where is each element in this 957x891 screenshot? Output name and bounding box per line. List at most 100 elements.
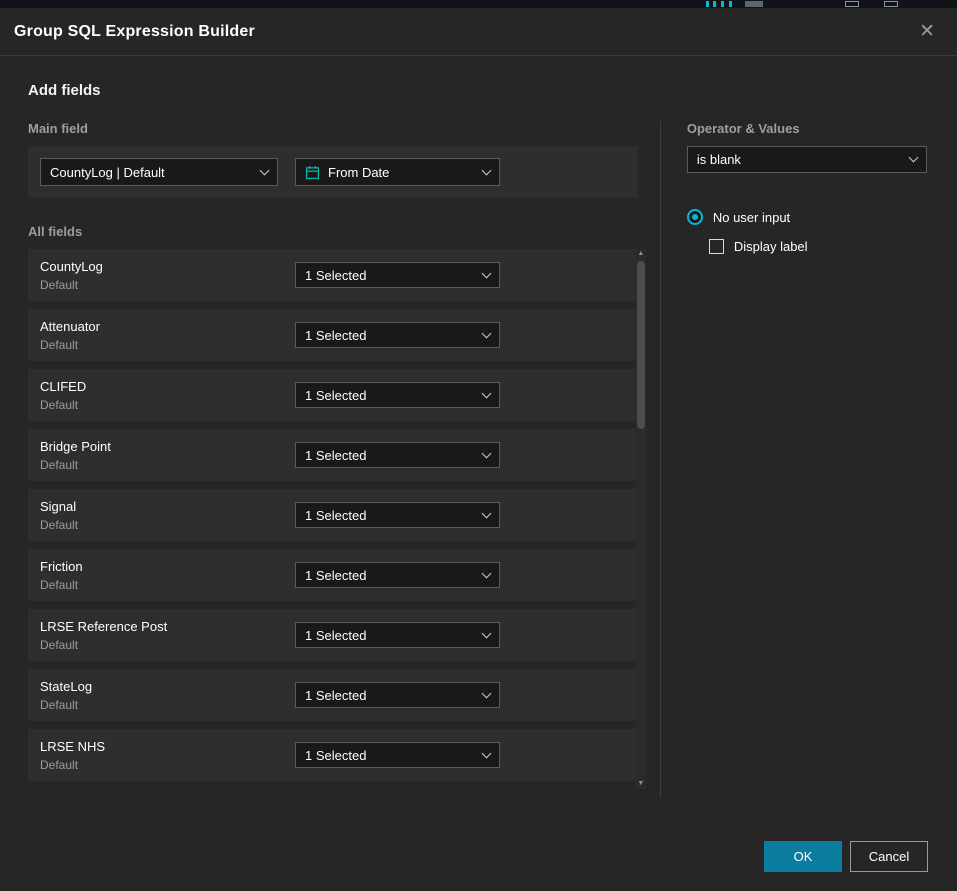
field-sublabel: Default [40, 458, 295, 472]
field-row: LRSE NHS Default 1 Selected [28, 729, 638, 781]
dialog-group-sql-expression-builder: Group SQL Expression Builder ✕ Add field… [0, 8, 957, 891]
field-row: CLIFED Default 1 Selected [28, 369, 638, 421]
partial-ui-fragment [845, 1, 859, 7]
field-meta: Bridge Point Default [40, 439, 295, 472]
display-label-text: Display label [734, 239, 808, 254]
date-field-select-value: From Date [328, 165, 389, 180]
operator-select-value: is blank [697, 152, 741, 167]
field-row: Friction Default 1 Selected [28, 549, 638, 601]
field-meta: Attenuator Default [40, 319, 295, 352]
field-sublabel: Default [40, 638, 295, 652]
partial-ui-fragment [713, 1, 716, 7]
field-name: StateLog [40, 679, 295, 694]
scroll-up-icon[interactable]: ▲ [636, 249, 646, 259]
field-meta: CLIFED Default [40, 379, 295, 412]
chevron-down-icon [482, 165, 492, 175]
chevron-down-icon [482, 628, 492, 638]
field-name: CountyLog [40, 259, 295, 274]
field-name: Attenuator [40, 319, 295, 334]
field-row: CountyLog Default 1 Selected [28, 249, 638, 301]
field-name: LRSE NHS [40, 739, 295, 754]
field-selected-dropdown[interactable]: 1 Selected [295, 442, 500, 468]
scrollbar-thumb[interactable] [637, 261, 645, 429]
dialog-title: Group SQL Expression Builder [14, 23, 255, 41]
partial-ui-fragment [745, 1, 763, 7]
field-sublabel: Default [40, 698, 295, 712]
background-app-strip [0, 0, 957, 8]
chevron-down-icon [482, 508, 492, 518]
operator-values-label: Operator & Values [687, 121, 929, 136]
field-meta: CountyLog Default [40, 259, 295, 292]
field-selected-dropdown[interactable]: 1 Selected [295, 382, 500, 408]
layer-select[interactable]: CountyLog | Default [40, 158, 278, 186]
chevron-down-icon [260, 165, 270, 175]
field-name: Bridge Point [40, 439, 295, 454]
field-name: CLIFED [40, 379, 295, 394]
selected-count: 1 Selected [305, 628, 366, 643]
field-selected-dropdown[interactable]: 1 Selected [295, 502, 500, 528]
field-meta: LRSE Reference Post Default [40, 619, 295, 652]
no-user-input-radio[interactable]: No user input [687, 209, 929, 225]
field-selected-dropdown[interactable]: 1 Selected [295, 682, 500, 708]
section-title: Add fields [28, 82, 929, 99]
ok-button[interactable]: OK [764, 841, 842, 872]
main-field-panel: CountyLog | Default From Date [28, 146, 638, 198]
selected-count: 1 Selected [305, 388, 366, 403]
columns: Main field CountyLog | Default Fro [28, 121, 929, 797]
radio-selected-icon [687, 209, 703, 225]
field-selected-dropdown[interactable]: 1 Selected [295, 742, 500, 768]
field-sublabel: Default [40, 278, 295, 292]
field-sublabel: Default [40, 338, 295, 352]
field-selected-dropdown[interactable]: 1 Selected [295, 262, 500, 288]
dialog-body: Add fields Main field CountyLog | Defaul… [0, 56, 957, 827]
layer-select-value: CountyLog | Default [50, 165, 165, 180]
fields-scrollbar[interactable]: ▲ ▼ [636, 249, 646, 789]
fields-list: CountyLog Default 1 Selected Attenuator … [28, 249, 646, 781]
chevron-down-icon [482, 448, 492, 458]
field-selected-dropdown[interactable]: 1 Selected [295, 562, 500, 588]
chevron-down-icon [482, 688, 492, 698]
field-row: LRSE Reference Post Default 1 Selected [28, 609, 638, 661]
selected-count: 1 Selected [305, 748, 366, 763]
chevron-down-icon [482, 748, 492, 758]
field-row: Signal Default 1 Selected [28, 489, 638, 541]
field-meta: LRSE NHS Default [40, 739, 295, 772]
checkbox-unchecked-icon [709, 239, 724, 254]
chevron-down-icon [482, 268, 492, 278]
field-name: LRSE Reference Post [40, 619, 295, 634]
dialog-header: Group SQL Expression Builder ✕ [0, 8, 957, 56]
operator-select[interactable]: is blank [687, 146, 927, 173]
selected-count: 1 Selected [305, 268, 366, 283]
left-column: Main field CountyLog | Default Fro [28, 121, 646, 797]
no-user-input-label: No user input [713, 210, 790, 225]
chevron-down-icon [482, 568, 492, 578]
field-meta: Signal Default [40, 499, 295, 532]
selected-count: 1 Selected [305, 448, 366, 463]
field-sublabel: Default [40, 578, 295, 592]
field-sublabel: Default [40, 758, 295, 772]
partial-ui-fragment [884, 1, 898, 7]
field-row: Attenuator Default 1 Selected [28, 309, 638, 361]
display-label-checkbox[interactable]: Display label [709, 239, 929, 254]
field-name: Friction [40, 559, 295, 574]
chevron-down-icon [482, 328, 492, 338]
date-field-select[interactable]: From Date [295, 158, 500, 186]
operator-values-panel: Operator & Values is blank No user input… [687, 121, 929, 797]
field-sublabel: Default [40, 398, 295, 412]
partial-ui-fragment [706, 1, 709, 7]
selected-count: 1 Selected [305, 568, 366, 583]
calendar-icon [305, 165, 320, 180]
field-selected-dropdown[interactable]: 1 Selected [295, 622, 500, 648]
scroll-down-icon[interactable]: ▼ [636, 779, 646, 789]
partial-ui-fragment [729, 1, 732, 7]
close-icon[interactable]: ✕ [915, 20, 939, 43]
cancel-button[interactable]: Cancel [850, 841, 928, 872]
main-field-label: Main field [28, 121, 646, 136]
all-fields-label: All fields [28, 224, 646, 239]
field-sublabel: Default [40, 518, 295, 532]
field-row: StateLog Default 1 Selected [28, 669, 638, 721]
selected-count: 1 Selected [305, 688, 366, 703]
field-meta: StateLog Default [40, 679, 295, 712]
selected-count: 1 Selected [305, 508, 366, 523]
field-selected-dropdown[interactable]: 1 Selected [295, 322, 500, 348]
